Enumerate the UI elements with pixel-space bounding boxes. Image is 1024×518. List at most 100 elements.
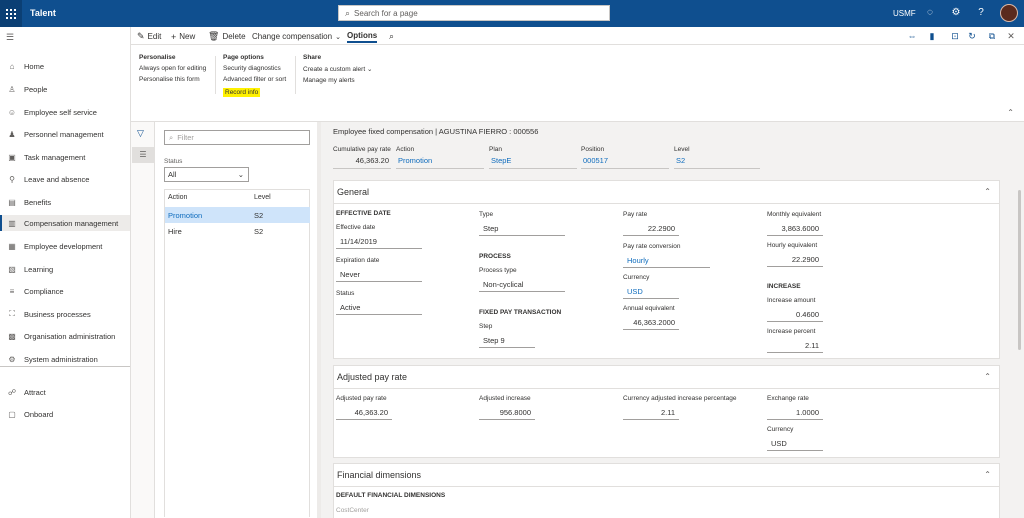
type-input[interactable]: Step xyxy=(479,223,565,236)
chevron-up-icon[interactable]: ⌃ xyxy=(984,372,991,381)
new-button[interactable]: + New xyxy=(171,30,195,43)
header-field: Action Promotion xyxy=(396,146,484,169)
exchange-rate-input[interactable]: 1.0000 xyxy=(767,407,823,420)
sidebar-item-employee-self-service[interactable]: ☺ Employee self service xyxy=(0,104,130,120)
filter-icon[interactable]: ▽ xyxy=(137,128,144,139)
list-item[interactable]: Promotion S2 xyxy=(165,207,310,223)
pay-rate-conversion-link[interactable]: Hourly xyxy=(623,255,710,268)
field-label: Plan xyxy=(489,146,503,153)
column-header-level[interactable]: Level xyxy=(254,194,271,201)
adjusted-currency-input[interactable]: USD xyxy=(767,438,823,451)
security-diagnostics-button[interactable]: Security diagnostics xyxy=(223,65,286,72)
sidebar-item-system-administration[interactable]: ⚙ System administration xyxy=(0,351,130,367)
sidebar-item-label: Leave and absence xyxy=(24,174,90,184)
sidebar-item-attract[interactable]: ☍ Attract xyxy=(0,384,130,400)
action-link[interactable]: Promotion xyxy=(396,156,484,169)
field-label: Increase percent xyxy=(767,328,816,335)
record-info-button[interactable]: Record info xyxy=(223,88,261,97)
monthly-equivalent-input[interactable]: 3,863.6000 xyxy=(767,223,823,236)
section-title-adjusted[interactable]: Adjusted pay rate xyxy=(337,372,407,382)
close-icon[interactable]: ✕ xyxy=(1005,31,1017,42)
sidebar-item-home[interactable]: ⌂ Home xyxy=(0,58,130,74)
collapse-ribbon-icon[interactable]: ⌃ xyxy=(1007,108,1014,117)
find-icon[interactable]: ⌕ xyxy=(389,30,397,43)
hourly-equivalent-field: Hourly equivalent 22.2900 xyxy=(767,242,823,267)
help-icon[interactable]: ? xyxy=(975,7,987,19)
expiration-date-field: Expiration date Never xyxy=(336,257,422,282)
hamburger-icon[interactable]: ☰ xyxy=(6,32,14,43)
status-select[interactable]: All ⌄ xyxy=(164,167,249,182)
change-compensation-button[interactable]: Change compensation ⌄ xyxy=(252,30,344,43)
delete-label: Delete xyxy=(222,32,246,41)
sidebar-item-compensation-management[interactable]: ▥ Compensation management xyxy=(0,215,130,231)
always-open-for-editing-button[interactable]: Always open for editing xyxy=(139,65,206,72)
chevron-down-icon: ⌄ xyxy=(366,66,373,73)
sidebar-item-employee-development[interactable]: ▦ Employee development xyxy=(0,238,130,254)
sidebar-item-personnel-management[interactable]: ♟ Personnel management xyxy=(0,126,130,142)
personalise-this-form-button[interactable]: Personalise this form xyxy=(139,76,206,83)
company-picker[interactable]: USMF xyxy=(893,9,916,18)
increase-amount-input[interactable]: 0.4600 xyxy=(767,309,823,322)
sidebar-item-people[interactable]: ♙ People xyxy=(0,81,130,97)
open-new-window-icon[interactable]: ⧉ xyxy=(986,31,998,42)
vertical-scrollbar[interactable] xyxy=(1018,190,1021,350)
sidebar-item-label: Task management xyxy=(24,152,86,162)
chevron-up-icon[interactable]: ⌃ xyxy=(984,470,991,479)
sidebar-item-business-processes[interactable]: ⛶ Business processes xyxy=(0,306,130,322)
avatar[interactable] xyxy=(1000,4,1018,22)
step-input[interactable]: Step 9 xyxy=(479,335,535,348)
currency-link[interactable]: USD xyxy=(623,286,679,299)
list-grid: Action Level Promotion S2 Hire S2 xyxy=(164,189,310,517)
manage-my-alerts-button[interactable]: Manage my alerts xyxy=(303,77,372,84)
expiration-date-input[interactable]: Never xyxy=(336,269,422,282)
process-type-input[interactable]: Non-cyclical xyxy=(479,279,565,292)
effective-date-input[interactable]: 11/14/2019 xyxy=(336,236,422,249)
edit-button[interactable]: ✎ Edit xyxy=(137,30,161,43)
status-input[interactable]: Active xyxy=(336,302,422,315)
column-header-action[interactable]: Action xyxy=(168,194,187,201)
increase-amount-field: Increase amount 0.4600 xyxy=(767,297,823,322)
increase-percent-input[interactable]: 2.11 xyxy=(767,340,823,353)
sidebar-item-learning[interactable]: ▧ Learning xyxy=(0,261,130,277)
office-icon[interactable]: ▮ xyxy=(926,31,938,42)
section-divider xyxy=(334,203,999,204)
advanced-filter-button[interactable]: Advanced filter or sort xyxy=(223,76,286,83)
refresh-icon[interactable]: ↻ xyxy=(966,31,978,42)
search-box[interactable]: ⌕ Search for a page xyxy=(338,5,610,21)
pay-rate-input[interactable]: 22.2900 xyxy=(623,223,679,236)
sidebar-item-label: Attract xyxy=(24,387,46,397)
adjusted-pay-rate-input[interactable]: 46,363.20 xyxy=(336,407,392,420)
currency-adjusted-input[interactable]: 2.11 xyxy=(623,407,679,420)
section-title-financial[interactable]: Financial dimensions xyxy=(337,470,421,480)
link-icon[interactable]: ⇔ xyxy=(906,31,918,41)
bell-icon[interactable]: ◌ xyxy=(924,7,936,19)
adjusted-increase-input[interactable]: 956.8000 xyxy=(479,407,535,420)
sidebar-item-label: Compliance xyxy=(24,286,64,296)
annual-equivalent-input[interactable]: 46,363.2000 xyxy=(623,317,679,330)
delete-button[interactable]: 🗑 Delete xyxy=(208,30,246,43)
list-toggle-icon[interactable]: ☰ xyxy=(132,147,154,163)
sidebar-item-onboard[interactable]: ▢ Onboard xyxy=(0,406,130,422)
app-launcher-icon[interactable] xyxy=(0,0,22,27)
gear-icon[interactable]: ⚙ xyxy=(950,7,962,19)
section-title-general[interactable]: General xyxy=(337,187,369,197)
onboard-icon: ▢ xyxy=(8,409,16,419)
sidebar-item-benefits[interactable]: ▤ Benefits xyxy=(0,194,130,210)
sidebar-item-leave-and-absence[interactable]: ⚲ Leave and absence xyxy=(0,171,130,187)
sidebar-item-task-management[interactable]: ▣ Task management xyxy=(0,149,130,165)
status-label: Status xyxy=(164,158,183,165)
level-link[interactable]: S2 xyxy=(674,156,760,169)
pay-rate-conversion-field: Pay rate conversion Hourly xyxy=(623,243,710,268)
chevron-up-icon[interactable]: ⌃ xyxy=(984,187,991,196)
plan-link[interactable]: StepE xyxy=(489,156,577,169)
pane-splitter[interactable] xyxy=(317,122,321,518)
tab-options[interactable]: Options xyxy=(347,30,378,43)
create-custom-alert-button[interactable]: Create a custom alert ⌄ xyxy=(303,65,372,73)
position-link[interactable]: 000517 xyxy=(581,156,669,169)
list-item[interactable]: Hire S2 xyxy=(165,223,310,239)
attachment-icon[interactable]: ⊡ xyxy=(949,31,961,42)
sidebar-item-compliance[interactable]: ≡ Compliance xyxy=(0,283,130,299)
hourly-equivalent-input[interactable]: 22.2900 xyxy=(767,254,823,267)
filter-input[interactable]: ⌕ Filter xyxy=(164,130,310,145)
sidebar-item-organisation-administration[interactable]: ▩ Organisation administration xyxy=(0,328,130,344)
